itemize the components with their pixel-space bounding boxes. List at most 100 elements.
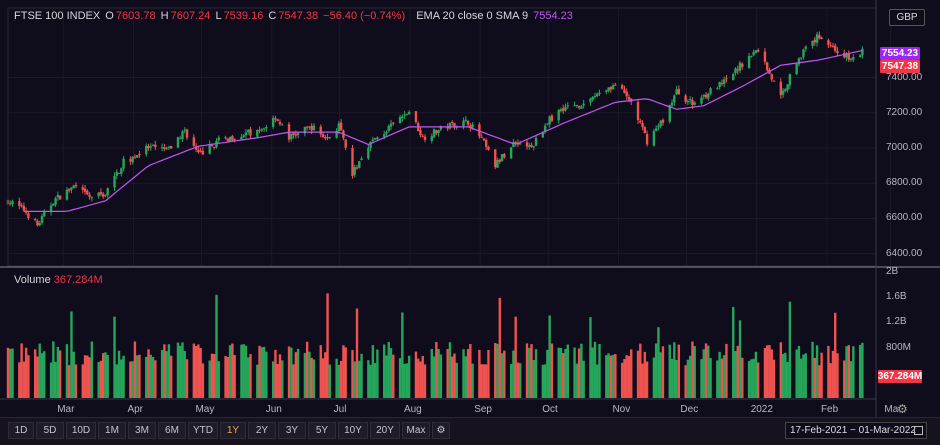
volume-bar xyxy=(702,349,705,398)
volume-bar xyxy=(88,357,91,398)
volume-bar xyxy=(575,363,579,398)
volume-bar xyxy=(852,346,855,398)
price-axis-tick: 7000.00 xyxy=(886,142,923,153)
range-button-10d[interactable]: 10D xyxy=(66,422,96,439)
candle-body xyxy=(559,109,563,112)
volume-bar xyxy=(419,361,422,398)
range-button-6m[interactable]: 6M xyxy=(158,422,186,439)
candle-body xyxy=(494,149,497,168)
candle-body xyxy=(33,219,37,221)
date-range-field[interactable]: 17-Feb-2021 − 01-Mar-2022 xyxy=(785,422,927,439)
range-button-10y[interactable]: 10Y xyxy=(338,422,368,439)
range-button-max[interactable]: Max xyxy=(402,422,430,439)
volume-bar xyxy=(800,358,803,398)
low-label: L xyxy=(215,10,222,22)
volume-bar xyxy=(532,360,535,398)
candle-body xyxy=(720,83,724,85)
gear-icon[interactable]: ⚙ xyxy=(432,422,450,439)
range-button-5y[interactable]: 5Y xyxy=(308,422,336,439)
volume-bar xyxy=(387,341,390,398)
volume-bar xyxy=(423,364,427,398)
volume-bar xyxy=(208,360,211,398)
volume-bar xyxy=(149,354,152,398)
time-axis-tick: Apr xyxy=(127,404,143,415)
candle-body xyxy=(804,46,807,49)
volume-bar xyxy=(596,364,599,398)
candle-body xyxy=(38,223,41,226)
volume-series xyxy=(6,293,864,398)
candle-body xyxy=(117,172,121,174)
candle-body xyxy=(226,138,230,142)
candle-body xyxy=(398,117,402,124)
candle-body xyxy=(732,74,735,81)
candle-body xyxy=(231,136,234,141)
volume-bar xyxy=(659,352,662,398)
open-label: O xyxy=(105,10,114,22)
calendar-icon[interactable] xyxy=(914,426,923,435)
volume-bar xyxy=(213,354,216,398)
candle-body xyxy=(858,55,862,57)
candle-body xyxy=(772,80,776,82)
volume-bar xyxy=(598,344,601,398)
gear-icon[interactable]: ⚙ xyxy=(897,402,908,416)
volume-bar xyxy=(843,360,846,398)
range-toolbar: 1D 5D 10D 1M 3M 6M YTD 1Y 2Y 3Y 5Y 10Y 20Y Max ⚙ 17-Fe… xyxy=(0,417,940,445)
candle-body xyxy=(657,125,660,128)
range-button-2y[interactable]: 2Y xyxy=(248,422,276,439)
volume-bar xyxy=(525,343,529,398)
candle-body xyxy=(466,120,470,125)
volume-bar xyxy=(469,344,472,398)
indicator-label[interactable]: EMA 20 close 0 SMA 9 xyxy=(416,10,528,22)
currency-button[interactable]: GBP xyxy=(889,9,925,26)
range-button-20y[interactable]: 20Y xyxy=(370,422,400,439)
candle-body xyxy=(387,125,390,132)
range-button-5d[interactable]: 5D xyxy=(36,422,64,439)
candle-body xyxy=(484,139,488,147)
candle-body xyxy=(183,129,186,131)
candle-body xyxy=(652,130,656,146)
volume-bar xyxy=(122,355,125,398)
candle-body xyxy=(645,133,649,145)
volume-legend: Volume 367.284M xyxy=(14,274,103,286)
volume-bar xyxy=(67,365,71,398)
volume-bar xyxy=(550,343,554,398)
range-button-1y[interactable]: 1Y xyxy=(220,422,246,439)
volume-bar xyxy=(179,345,182,398)
candle-body xyxy=(639,120,642,123)
volume-bar xyxy=(52,341,55,398)
candle-body xyxy=(58,195,62,200)
price-legend: FTSE 100 INDEX O 7603.78 H 7607.24 L 7539.1… xyxy=(14,10,575,22)
candle-body xyxy=(716,88,719,90)
symbol-name[interactable]: FTSE 100 INDEX xyxy=(14,10,100,22)
candle-body xyxy=(607,87,610,91)
volume-bar xyxy=(795,349,798,398)
candle-body xyxy=(480,136,483,138)
volume-bar xyxy=(292,364,295,398)
candle-body xyxy=(498,159,501,162)
candle-body xyxy=(718,82,721,88)
volume-bar xyxy=(72,351,75,398)
candle-body xyxy=(684,95,687,102)
candle-body xyxy=(704,94,708,98)
candle-body xyxy=(566,105,569,107)
range-button-ytd[interactable]: YTD xyxy=(188,422,218,439)
range-button-1d[interactable]: 1D xyxy=(8,422,34,439)
volume-bar xyxy=(367,360,370,398)
candle-body xyxy=(54,198,57,205)
candle-body xyxy=(276,119,279,121)
range-button-3m[interactable]: 3M xyxy=(128,422,156,439)
volume-bar xyxy=(247,357,250,398)
volume-bar xyxy=(770,349,773,398)
range-button-3y[interactable]: 3Y xyxy=(278,422,306,439)
candle-body xyxy=(756,49,760,52)
candle-body xyxy=(281,124,284,126)
volume-bar xyxy=(609,355,613,398)
volume-label[interactable]: Volume xyxy=(14,274,51,286)
volume-bar xyxy=(183,350,186,398)
price-volume-chart[interactable] xyxy=(0,0,940,444)
volume-bar xyxy=(503,350,506,398)
volume-bar xyxy=(849,361,853,398)
volume-bar xyxy=(138,354,141,398)
candle-body xyxy=(450,121,454,123)
range-button-1m[interactable]: 1M xyxy=(98,422,126,439)
